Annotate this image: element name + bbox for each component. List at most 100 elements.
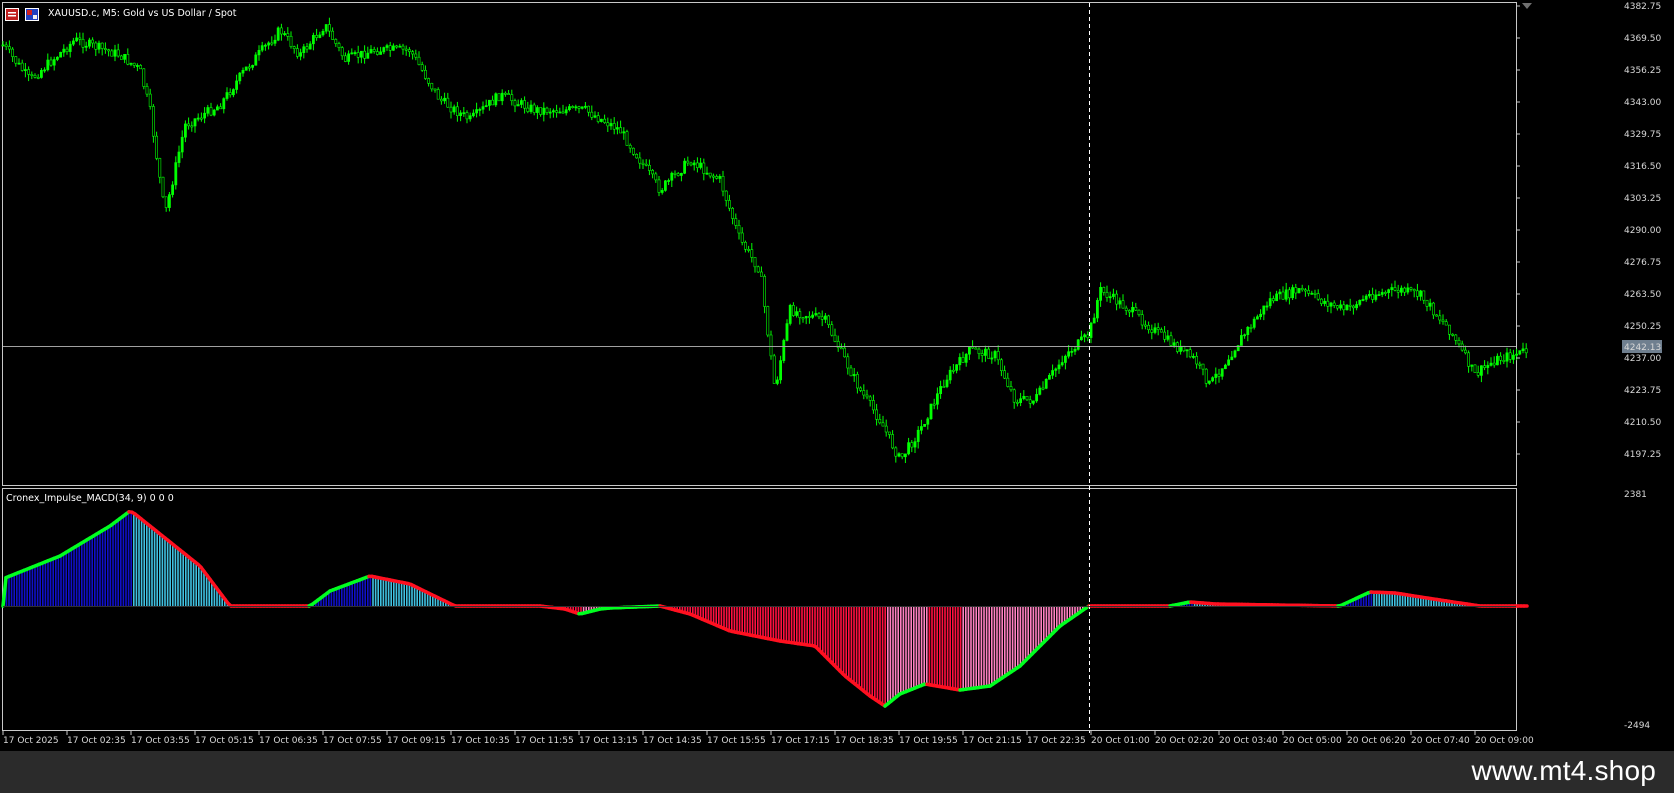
candle-body xyxy=(1096,300,1099,319)
candle-body xyxy=(977,348,981,354)
price-chart[interactable]: 4382.75 4369.50 4356.25 4343.00 4329.75 4316.… xyxy=(0,0,1674,793)
histogram-bar xyxy=(1037,606,1040,649)
histogram-bar xyxy=(858,606,860,687)
candle-body xyxy=(839,347,843,350)
candle-body xyxy=(81,38,85,48)
chart-shift-arrow-icon[interactable] xyxy=(1522,3,1532,9)
candle-body xyxy=(1313,292,1317,295)
candle-body xyxy=(1080,336,1083,341)
candle-body xyxy=(1460,343,1464,351)
candle-body xyxy=(152,106,155,137)
candle-body xyxy=(555,110,559,113)
histogram-bar xyxy=(780,606,782,642)
histogram-bar xyxy=(125,514,127,606)
histogram-bar xyxy=(798,606,801,644)
candle-body xyxy=(1163,331,1167,340)
watermark-text: www.mt4.shop xyxy=(1471,755,1656,786)
histogram-bar xyxy=(941,606,944,687)
candle-body xyxy=(961,357,965,363)
candle-body xyxy=(615,127,619,130)
candle-body xyxy=(756,266,760,273)
candle-body xyxy=(523,100,527,109)
candle-body xyxy=(1502,360,1506,362)
histogram-bar xyxy=(146,522,148,606)
candle-body xyxy=(964,353,968,363)
candle-body xyxy=(567,106,571,111)
candle-body xyxy=(1508,352,1512,360)
candle-body xyxy=(222,98,226,110)
histogram-bar xyxy=(840,606,842,672)
candle-body xyxy=(564,109,568,114)
candle-body xyxy=(1195,355,1199,365)
candle-body xyxy=(8,46,11,50)
candle-body xyxy=(241,70,245,74)
candle-body xyxy=(529,104,533,112)
candle-body xyxy=(1044,378,1048,389)
candle-body xyxy=(721,176,725,192)
histogram-bar xyxy=(78,545,80,606)
candle-body xyxy=(113,49,117,57)
histogram-bar xyxy=(351,583,353,606)
candle-body xyxy=(785,323,789,341)
time-tick-label: 17 Oct 14:35 xyxy=(643,736,702,746)
histogram-bar xyxy=(811,606,814,646)
candle-body xyxy=(455,106,459,117)
candle-body xyxy=(443,97,447,102)
candle-body xyxy=(593,115,597,118)
candle-body xyxy=(763,276,767,307)
histogram-bar xyxy=(889,606,892,703)
chart-window-icon[interactable] xyxy=(5,6,19,21)
candle-body xyxy=(852,374,856,377)
candle-body xyxy=(1188,349,1192,358)
histogram-bar xyxy=(988,606,990,687)
candle-body xyxy=(235,80,239,90)
candle-body xyxy=(193,118,197,127)
histogram-bar xyxy=(720,606,723,627)
histogram-bar xyxy=(114,522,117,606)
histogram-bar xyxy=(140,518,143,606)
candle-body xyxy=(302,46,306,54)
histogram-bar xyxy=(993,606,996,684)
candle-body xyxy=(679,173,683,176)
candle-body xyxy=(683,160,687,174)
candle-body xyxy=(980,353,984,356)
histogram-bar xyxy=(86,540,88,606)
current-price-label: 4242.13 xyxy=(1624,343,1661,353)
candle-body xyxy=(391,45,395,51)
candle-body xyxy=(1051,370,1055,376)
candle-body xyxy=(833,334,837,342)
histogram-bar xyxy=(759,606,762,637)
histogram-bar xyxy=(954,606,957,690)
histogram-bar xyxy=(148,524,151,606)
candle-body xyxy=(705,172,709,175)
histogram-bar xyxy=(104,529,106,606)
candle-body xyxy=(238,72,242,82)
candle-body xyxy=(580,106,584,109)
candle-body xyxy=(411,51,415,55)
candle-body xyxy=(1476,372,1480,376)
candle-body xyxy=(123,53,127,60)
histogram-bar xyxy=(803,606,806,645)
histogram-bar xyxy=(335,588,338,606)
candle-body xyxy=(526,107,530,112)
candle-body xyxy=(1249,326,1253,329)
time-tick-label: 17 Oct 03:55 xyxy=(131,736,190,746)
candle-body xyxy=(1310,292,1314,295)
candle-body xyxy=(289,35,293,47)
histogram-bar xyxy=(361,579,364,606)
candle-body xyxy=(907,442,911,455)
histogram-bar xyxy=(120,518,122,606)
candle-body xyxy=(1304,289,1307,292)
histogram-bar xyxy=(377,577,379,606)
candle-body xyxy=(375,51,379,55)
histogram-bar xyxy=(923,606,925,685)
candle-body xyxy=(1371,293,1375,300)
candle-body xyxy=(827,315,831,325)
candle-body xyxy=(203,112,207,119)
time-tick-label: 20 Oct 01:00 xyxy=(1091,736,1150,746)
histogram-bar xyxy=(1378,592,1380,606)
histogram-bar xyxy=(356,581,359,606)
candle-body xyxy=(62,48,66,53)
candle-body xyxy=(692,162,696,166)
candle-body xyxy=(535,107,539,113)
